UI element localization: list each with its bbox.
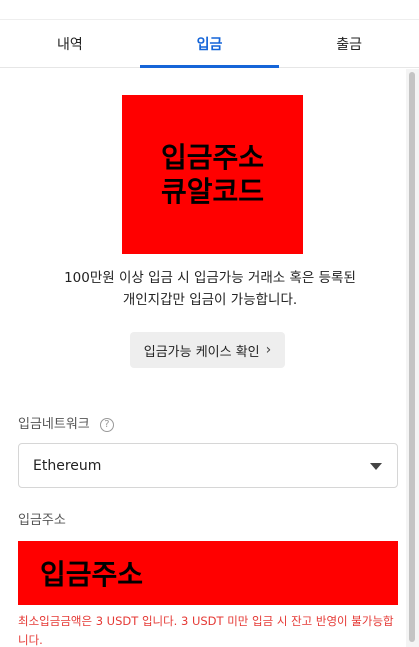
address-label: 입금주소	[18, 513, 66, 528]
tab-deposit[interactable]: 입금	[139, 21, 280, 68]
scrollbar[interactable]	[406, 69, 419, 647]
tab-history[interactable]: 내역	[0, 21, 140, 67]
tab-withdraw[interactable]: 출금	[279, 21, 419, 67]
deposit-notice: 100만원 이상 입금 시 입금가능 거래소 혹은 등록된 개인지갑만 입금이 …	[64, 270, 356, 308]
deposit-qr-code: 입금주소 큐알코드	[122, 95, 303, 254]
caret-down-icon	[370, 463, 382, 470]
top-strip	[0, 0, 419, 20]
deposit-content: 입금주소 큐알코드 100만원 이상 입금 시 입금가능 거래소 혹은 등록된 …	[0, 69, 406, 647]
tab-bar: 내역 입금 출금	[0, 21, 419, 68]
network-label-row: 입금네트워크 ?	[18, 413, 114, 432]
scrollbar-thumb[interactable]	[409, 72, 415, 642]
check-deposit-cases-label: 입금가능 케이스 확인	[143, 344, 260, 360]
network-label: 입금네트워크	[18, 417, 90, 432]
network-selected-value: Ethereum	[33, 457, 102, 474]
help-circle-icon[interactable]: ?	[99, 417, 114, 432]
check-deposit-cases-button[interactable]: 입금가능 케이스 확인 ›	[130, 332, 285, 368]
deposit-address-value: 입금주소	[40, 558, 144, 591]
chevron-right-icon: ›	[265, 342, 272, 358]
deposit-address-box[interactable]: 입금주소	[18, 541, 398, 605]
qr-placeholder-text: 입금주소 큐알코드	[160, 140, 265, 208]
network-select[interactable]: Ethereum	[18, 443, 398, 488]
minimum-deposit-warning: 최소입금금액은 3 USDT 입니다. 3 USDT 미만 입금 시 잔고 반영…	[18, 614, 394, 647]
